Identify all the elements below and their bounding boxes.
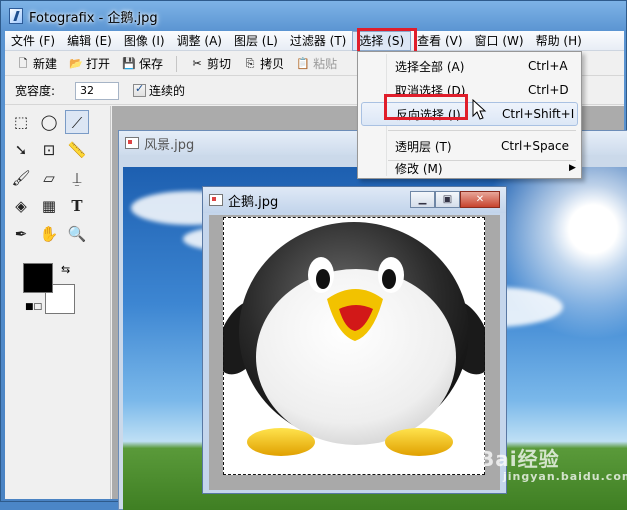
modify-label: 修改 (M): [395, 161, 443, 176]
tolerance-input[interactable]: [75, 81, 120, 100]
copy-icon: ⎘: [245, 56, 255, 70]
hand-icon[interactable]: ✋: [37, 222, 61, 246]
close-button[interactable]: ✕: [460, 191, 500, 208]
move-icon[interactable]: ➘: [9, 138, 33, 162]
window-title: Fotografix - 企鹅.jpg: [29, 10, 158, 26]
maximize-button[interactable]: ▣: [435, 191, 460, 208]
new-button[interactable]: 🗋 新建: [11, 53, 62, 75]
menu-file[interactable]: 文件 (F): [5, 31, 61, 51]
app-icon: [9, 8, 23, 24]
document-icon: [209, 194, 223, 206]
selection-marquee: [223, 217, 485, 475]
gradient-icon[interactable]: ▦: [37, 194, 61, 218]
new-label: 新建: [33, 57, 58, 71]
cut-icon: ✂: [192, 56, 202, 70]
cut-label: 剪切: [207, 57, 232, 71]
invert-selection-item[interactable]: 反向选择 (I) Ctrl+Shift+I: [361, 102, 578, 126]
zoom-icon[interactable]: 🔍: [65, 222, 89, 246]
measure-icon[interactable]: 📏: [65, 138, 89, 162]
foreground-color-swatch[interactable]: [23, 263, 53, 293]
modify-item[interactable]: 修改 (M) ▶: [361, 156, 578, 180]
select-all-item[interactable]: 选择全部 (A) Ctrl+A: [361, 54, 578, 78]
deselect-label: 取消选择 (D): [395, 83, 466, 98]
menu-select[interactable]: 选择 (S): [352, 30, 412, 51]
brush-icon[interactable]: 🖌: [9, 166, 33, 190]
save-button[interactable]: 💾 保存: [117, 53, 168, 75]
select-all-label: 选择全部 (A): [395, 59, 465, 74]
app-window: Fotografix - 企鹅.jpg 文件 (F) 编辑 (E) 图像 (I)…: [0, 0, 627, 510]
menu-bar: 文件 (F) 编辑 (E) 图像 (I) 调整 (A) 图层 (L) 过滤器 (…: [5, 30, 624, 51]
window-controls: ▁ ▣ ✕: [410, 191, 500, 208]
watermark-brand: Bai经验: [479, 447, 560, 471]
menu-edit[interactable]: 编辑 (E): [61, 31, 118, 51]
menu-filter[interactable]: 过滤器 (T): [284, 31, 353, 51]
menu-image[interactable]: 图像 (I): [118, 31, 171, 51]
open-button[interactable]: 📂 打开: [64, 53, 115, 75]
open-label: 打开: [86, 57, 111, 71]
crop-icon[interactable]: ⊡: [37, 138, 61, 162]
deselect-shortcut: Ctrl+D: [528, 83, 569, 97]
toolbar-separator: [176, 55, 178, 72]
menu-window[interactable]: 窗口 (W): [469, 31, 530, 51]
text-icon[interactable]: T: [65, 194, 89, 218]
fill-icon[interactable]: ◈: [9, 194, 33, 218]
document-icon: [125, 137, 139, 149]
watermark-sub: jingyan.baidu.com: [503, 470, 627, 483]
transparent-layer-label: 透明层 (T): [395, 139, 452, 154]
rect-select-icon[interactable]: ⬚: [9, 110, 33, 134]
invert-selection-shortcut: Ctrl+Shift+I: [502, 107, 575, 121]
contiguous-checkbox[interactable]: [133, 82, 147, 97]
contiguous-label: 连续的: [149, 84, 186, 98]
save-icon: 💾: [122, 56, 136, 70]
new-icon: 🗋: [18, 56, 28, 70]
title-bar: Fotografix - 企鹅.jpg: [1, 1, 627, 31]
paste-icon: 📋: [296, 56, 310, 70]
deselect-item[interactable]: 取消选择 (D) Ctrl+D: [361, 78, 578, 102]
penguin-title: 企鹅.jpg: [228, 194, 279, 210]
transparent-layer-item[interactable]: 透明层 (T) Ctrl+Space: [361, 134, 578, 158]
eraser-icon[interactable]: ▱: [37, 166, 61, 190]
menu-layer[interactable]: 图层 (L): [228, 31, 284, 51]
penguin-title-bar[interactable]: 企鹅.jpg ▁ ▣ ✕: [203, 187, 506, 213]
select-menu-dropdown: 选择全部 (A) Ctrl+A 取消选择 (D) Ctrl+D 反向选择 (I)…: [357, 51, 582, 179]
ellipse-select-icon[interactable]: ◯: [37, 110, 61, 134]
eyedropper-icon[interactable]: ✒: [9, 222, 33, 246]
menu-separator: [388, 130, 576, 131]
minimize-button[interactable]: ▁: [410, 191, 435, 208]
invert-selection-label: 反向选择 (I): [396, 107, 461, 122]
tolerance-label: 宽容度:: [15, 84, 56, 98]
mouse-cursor-icon: [472, 99, 487, 120]
menu-help[interactable]: 帮助 (H): [530, 31, 588, 51]
cut-button[interactable]: ✂ 剪切: [185, 53, 236, 75]
swap-colors-icon[interactable]: ⇆: [61, 263, 70, 276]
landscape-title: 风景.jpg: [144, 137, 195, 153]
menu-adjust[interactable]: 调整 (A): [171, 31, 228, 51]
select-all-shortcut: Ctrl+A: [528, 59, 568, 73]
paste-label: 粘贴: [313, 57, 338, 71]
open-icon: 📂: [69, 56, 83, 70]
penguin-document-window[interactable]: 企鹅.jpg ▁ ▣ ✕: [202, 186, 507, 494]
save-label: 保存: [139, 57, 164, 71]
copy-label: 拷贝: [260, 57, 285, 71]
submenu-arrow-icon: ▶: [569, 163, 576, 173]
magic-wand-icon[interactable]: ⟋: [65, 110, 89, 134]
menu-view[interactable]: 查看 (V): [411, 31, 468, 51]
penguin-canvas[interactable]: [209, 215, 500, 490]
reset-colors-icon[interactable]: ■□: [25, 302, 42, 312]
transparent-layer-shortcut: Ctrl+Space: [501, 139, 569, 153]
baidu-watermark: Bai经验 jingyan.baidu.com: [479, 443, 627, 483]
toolbox: ⬚ ◯ ⟋ ➘ ⊡ 📏 🖌 ▱ ⍊ ◈ ▦ T ✒ ✋ 🔍 ⇆ ■□: [5, 106, 111, 499]
copy-button[interactable]: ⎘ 拷贝: [238, 53, 289, 75]
paste-button[interactable]: 📋 粘贴: [291, 53, 342, 75]
stamp-icon[interactable]: ⍊: [65, 166, 89, 190]
